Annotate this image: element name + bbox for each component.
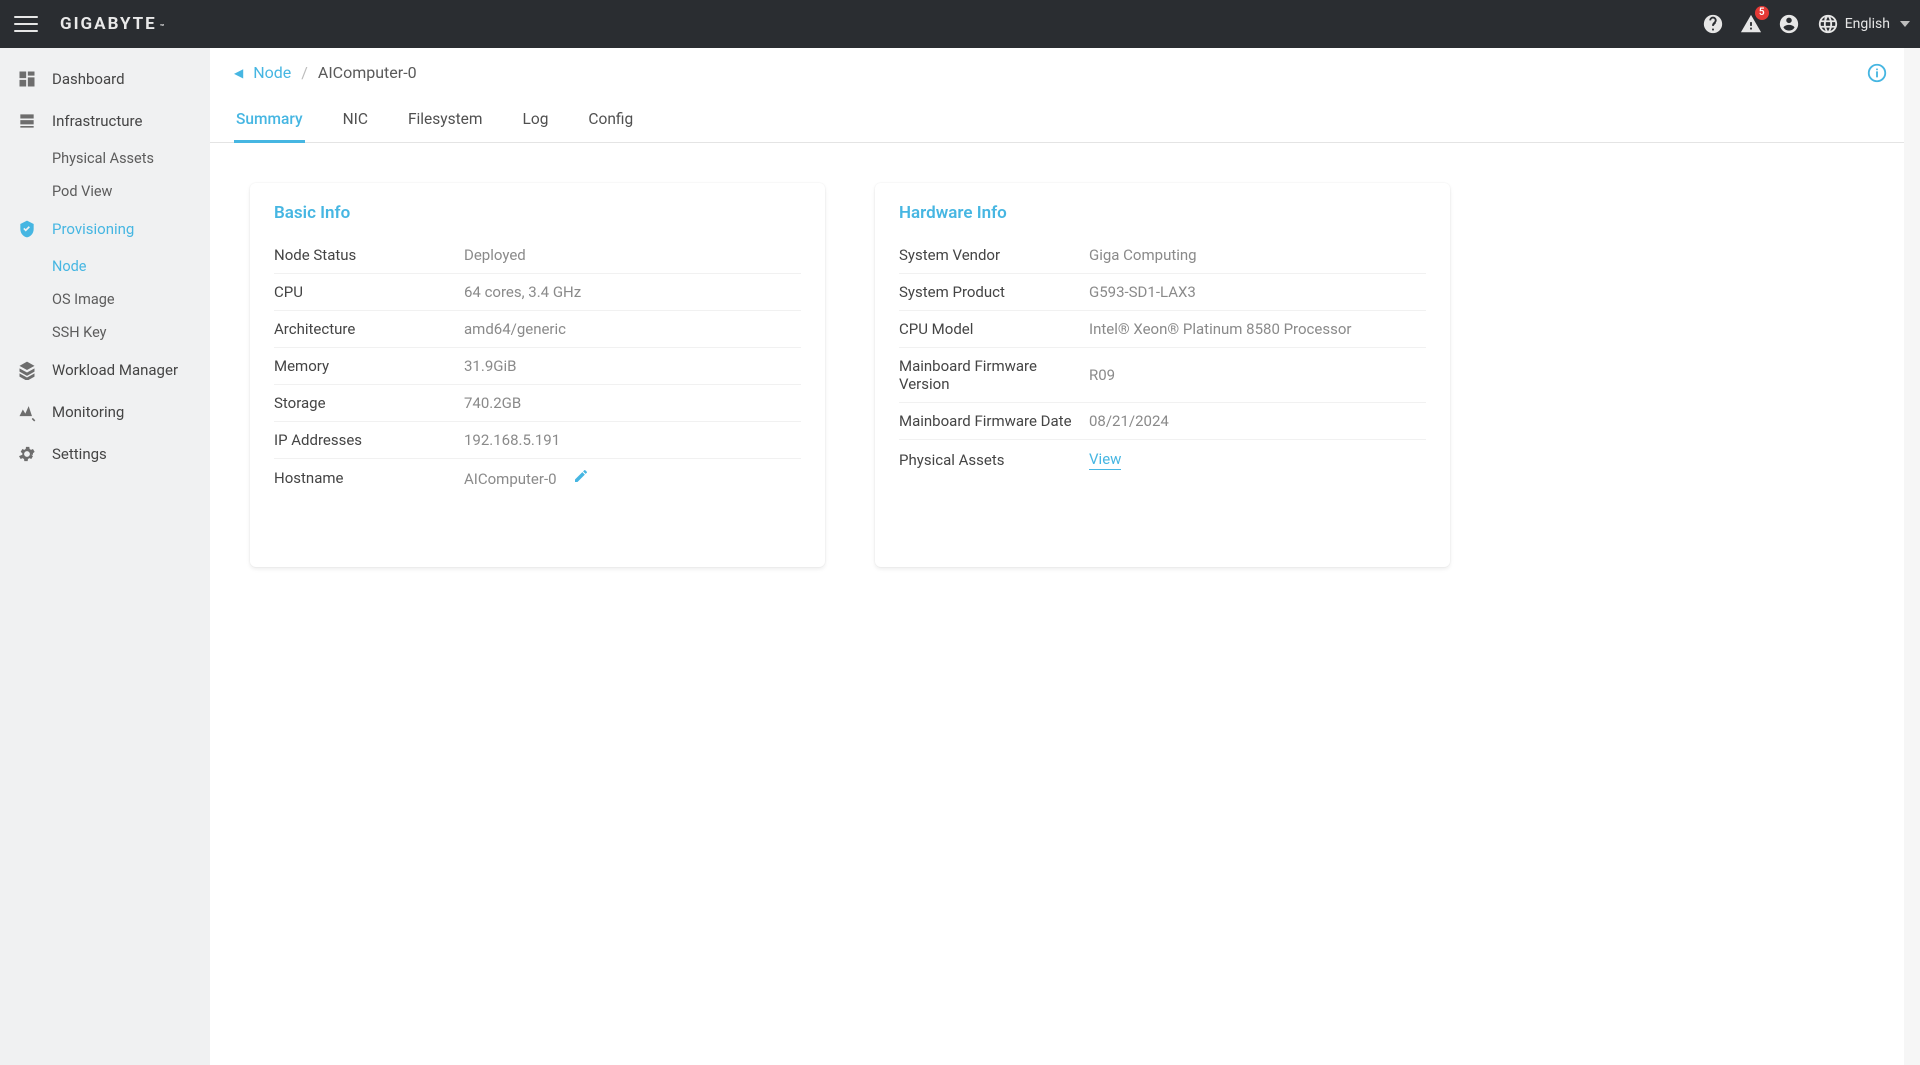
menu-toggle-icon[interactable] (14, 12, 38, 36)
row-physical-assets: Physical Assets View (899, 440, 1426, 479)
kv-label: Physical Assets (899, 451, 1089, 469)
kv-value: Intel® Xeon® Platinum 8580 Processor (1089, 320, 1426, 338)
brand-logo: GIGABYTE™ (60, 14, 166, 34)
sidebar: Dashboard Infrastructure Physical Assets… (0, 48, 210, 1065)
brand-text: GIGABYTE (60, 14, 157, 34)
sidebar-item-os-image[interactable]: OS Image (52, 283, 210, 316)
sidebar-item-label: Workload Manager (52, 361, 178, 379)
row-storage: Storage 740.2GB (274, 385, 801, 422)
alert-icon[interactable]: 5 (1739, 12, 1763, 36)
sidebar-item-label: Monitoring (52, 403, 124, 421)
breadcrumb-separator: / (301, 63, 308, 82)
kv-label: Hostname (274, 469, 464, 487)
breadcrumb-back-icon[interactable]: ◀ (234, 66, 243, 80)
scrollbar[interactable] (1904, 48, 1920, 1065)
row-cpu: CPU 64 cores, 3.4 GHz (274, 274, 801, 311)
kv-label: Memory (274, 357, 464, 375)
sidebar-item-label: Settings (52, 445, 107, 463)
content-header: ◀ Node / AIComputer-0 Summary NIC Filesy… (210, 48, 1904, 143)
physical-assets-view-link[interactable]: View (1089, 450, 1121, 470)
sidebar-item-pod-view[interactable]: Pod View (52, 175, 210, 208)
tab-config[interactable]: Config (586, 100, 635, 143)
sidebar-item-monitoring[interactable]: Monitoring (0, 391, 210, 433)
kv-value: 192.168.5.191 (464, 431, 801, 449)
sidebar-item-infrastructure[interactable]: Infrastructure (0, 100, 210, 142)
help-icon[interactable] (1701, 12, 1725, 36)
breadcrumb-parent[interactable]: Node (253, 63, 291, 82)
kv-value: 08/21/2024 (1089, 412, 1426, 430)
kv-label: Storage (274, 394, 464, 412)
language-label: English (1845, 16, 1890, 32)
breadcrumb: ◀ Node / AIComputer-0 (234, 63, 1880, 82)
sidebar-item-label: Dashboard (52, 70, 125, 88)
kv-value: G593-SD1-LAX3 (1089, 283, 1426, 301)
sidebar-item-label: Provisioning (52, 220, 134, 238)
sidebar-item-dashboard[interactable]: Dashboard (0, 58, 210, 100)
kv-label: CPU (274, 283, 464, 301)
kv-label: Node Status (274, 246, 464, 264)
row-mb-fw-date: Mainboard Firmware Date 08/21/2024 (899, 403, 1426, 440)
kv-value: Giga Computing (1089, 246, 1426, 264)
sidebar-item-label: Infrastructure (52, 112, 142, 130)
tabs: Summary NIC Filesystem Log Config (234, 100, 1880, 142)
breadcrumb-current: AIComputer-0 (318, 63, 417, 82)
main-content: ◀ Node / AIComputer-0 Summary NIC Filesy… (210, 48, 1904, 1065)
card-hardware-info: Hardware Info System Vendor Giga Computi… (875, 183, 1450, 567)
kv-value: amd64/generic (464, 320, 801, 338)
top-bar: GIGABYTE™ 5 English (0, 0, 1920, 48)
edit-hostname-icon[interactable] (573, 468, 589, 484)
gear-icon (16, 443, 38, 465)
card-title: Hardware Info (899, 203, 1426, 223)
kv-label: CPU Model (899, 320, 1089, 338)
kv-value: 64 cores, 3.4 GHz (464, 283, 801, 301)
row-cpu-model: CPU Model Intel® Xeon® Platinum 8580 Pro… (899, 311, 1426, 348)
tab-summary[interactable]: Summary (234, 100, 305, 143)
sidebar-item-provisioning[interactable]: Provisioning (0, 208, 210, 250)
chevron-down-icon (1900, 21, 1910, 27)
kv-value: AIComputer-0 (464, 470, 557, 488)
row-ip-addresses: IP Addresses 192.168.5.191 (274, 422, 801, 459)
content-body: Basic Info Node Status Deployed CPU 64 c… (210, 143, 1904, 1065)
tab-nic[interactable]: NIC (341, 100, 370, 143)
kv-label: Architecture (274, 320, 464, 338)
sidebar-item-settings[interactable]: Settings (0, 433, 210, 475)
row-hostname: Hostname AIComputer-0 (274, 459, 801, 497)
user-account-icon[interactable] (1777, 12, 1801, 36)
kv-value: 31.9GiB (464, 357, 801, 375)
kv-label: IP Addresses (274, 431, 464, 449)
row-architecture: Architecture amd64/generic (274, 311, 801, 348)
row-system-vendor: System Vendor Giga Computing (899, 237, 1426, 274)
kv-value: R09 (1089, 366, 1426, 384)
kv-value: 740.2GB (464, 394, 801, 412)
kv-label: System Product (899, 283, 1089, 301)
card-basic-info: Basic Info Node Status Deployed CPU 64 c… (250, 183, 825, 567)
provisioning-icon (16, 218, 38, 240)
tab-filesystem[interactable]: Filesystem (406, 100, 485, 143)
tab-log[interactable]: Log (521, 100, 551, 143)
sidebar-item-physical-assets[interactable]: Physical Assets (52, 142, 210, 175)
workload-icon (16, 359, 38, 381)
sidebar-item-ssh-key[interactable]: SSH Key (52, 316, 210, 349)
language-selector[interactable]: English (1817, 13, 1910, 35)
row-system-product: System Product G593-SD1-LAX3 (899, 274, 1426, 311)
card-title: Basic Info (274, 203, 801, 223)
dashboard-icon (16, 68, 38, 90)
kv-label: System Vendor (899, 246, 1089, 264)
kv-value: Deployed (464, 246, 801, 264)
kv-label: Mainboard Firmware Date (899, 412, 1089, 430)
monitoring-icon (16, 401, 38, 423)
kv-label: Mainboard Firmware Version (899, 357, 1089, 393)
row-node-status: Node Status Deployed (274, 237, 801, 274)
row-memory: Memory 31.9GiB (274, 348, 801, 385)
sidebar-item-workload-manager[interactable]: Workload Manager (0, 349, 210, 391)
row-mb-fw-version: Mainboard Firmware Version R09 (899, 348, 1426, 403)
sidebar-item-node[interactable]: Node (52, 250, 210, 283)
info-icon[interactable] (1866, 62, 1888, 84)
infrastructure-icon (16, 110, 38, 132)
alert-badge: 5 (1755, 6, 1769, 20)
